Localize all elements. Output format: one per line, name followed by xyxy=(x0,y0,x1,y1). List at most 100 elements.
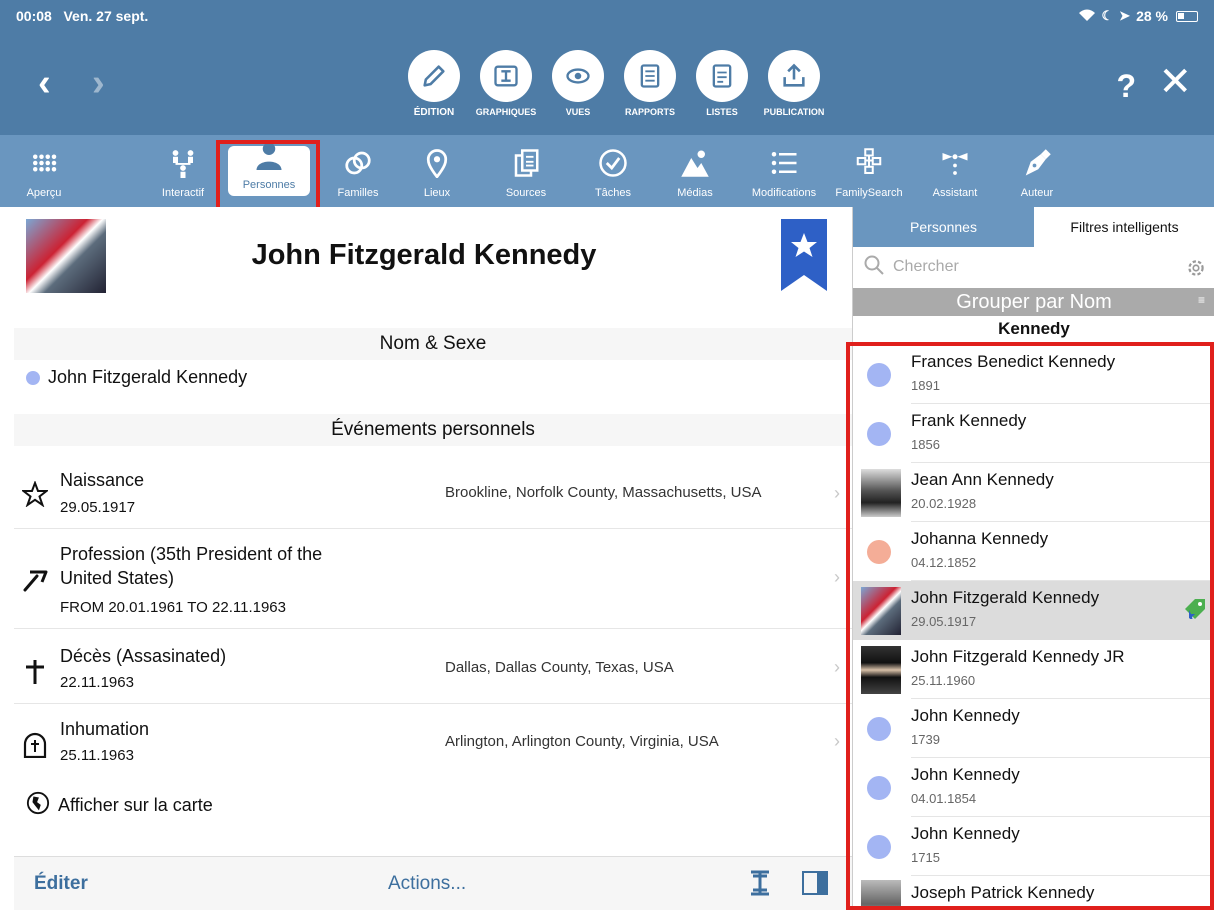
mode-edition[interactable]: ÉDITION xyxy=(404,50,464,118)
globe-icon xyxy=(26,791,50,820)
help-button[interactable]: ? xyxy=(1116,68,1136,105)
sidebar-toggle-icon[interactable] xyxy=(802,871,828,895)
list-item[interactable]: Jean Ann Kennedy 20.02.1928 xyxy=(853,463,1214,522)
chart-view-icon[interactable] xyxy=(748,870,772,896)
tool-personnes[interactable]: Personnes xyxy=(228,142,310,196)
list-item-name: John Kennedy xyxy=(911,824,1020,843)
status-left: 00:08 Ven. 27 sept. xyxy=(16,8,148,24)
list-item-name: John Kennedy xyxy=(911,706,1020,725)
tool-label: Tâches xyxy=(594,187,632,199)
list-item-name: John Fitzgerald Kennedy JR xyxy=(911,647,1125,666)
status-right: ☾ ➤ 28 % xyxy=(1078,8,1198,25)
list-item-date: 1739 xyxy=(911,732,940,747)
name-entry-row[interactable]: John Fitzgerald Kennedy xyxy=(26,367,247,388)
tab-smart-filters[interactable]: Filtres intelligents xyxy=(1034,207,1214,247)
location-icon: ➤ xyxy=(1119,8,1131,23)
mode-listes[interactable]: LISTES xyxy=(692,50,752,118)
list-item[interactable]: John Kennedy 1739 xyxy=(853,699,1214,758)
list-icon xyxy=(696,50,748,102)
tool-sources[interactable]: Sources xyxy=(496,135,556,207)
list-item-name: Joseph Patrick Kennedy xyxy=(911,883,1095,902)
tool-apercu[interactable]: Aperçu xyxy=(14,135,74,207)
person-icon xyxy=(254,140,284,179)
actions-button[interactable]: Actions... xyxy=(388,873,466,895)
event-date: 29.05.1917 xyxy=(60,499,136,516)
person-list: Frances Benedict Kennedy 1891 Frank Kenn… xyxy=(853,345,1214,910)
tool-taches[interactable]: Tâches xyxy=(586,135,640,207)
person-thumbnail xyxy=(861,646,901,694)
chevron-right-icon: › xyxy=(834,567,840,587)
male-dot-icon xyxy=(867,835,891,859)
list-item-selected[interactable]: John Fitzgerald Kennedy 29.05.1917 xyxy=(853,581,1214,640)
list-item[interactable]: Johanna Kennedy 04.12.1852 xyxy=(853,522,1214,581)
cross-icon xyxy=(22,659,48,685)
mode-publication[interactable]: PUBLICATION xyxy=(764,50,824,118)
mode-rapports[interactable]: RAPPORTS xyxy=(620,50,680,118)
show-on-map-link[interactable]: Afficher sur la carte xyxy=(26,791,213,820)
person-photo[interactable] xyxy=(26,219,106,293)
forward-button[interactable]: › xyxy=(92,64,105,102)
back-button[interactable]: ‹ xyxy=(38,64,51,102)
list-item[interactable]: John Kennedy 04.01.1854 xyxy=(853,758,1214,817)
tree-icon xyxy=(168,148,198,187)
group-by-bar[interactable]: Grouper par Nom ≡ xyxy=(853,288,1214,316)
tool-label: Médias xyxy=(677,187,713,199)
sort-icon: ≡ xyxy=(1197,293,1205,307)
event-row-death[interactable]: Décès (Assasinated) 22.11.1963 Dallas, D… xyxy=(14,629,852,704)
check-circle-icon xyxy=(598,148,628,187)
male-dot-icon xyxy=(867,776,891,800)
bookmark-star-icon[interactable] xyxy=(781,219,827,291)
upload-icon xyxy=(768,50,820,102)
image-icon xyxy=(680,148,710,187)
tool-interactif[interactable]: Interactif xyxy=(150,135,216,207)
tool-auteur[interactable]: Auteur xyxy=(1012,135,1062,207)
mode-vues[interactable]: VUES xyxy=(548,50,608,118)
list-item-date: 1715 xyxy=(911,850,940,865)
list-item-date: 29.05.1917 xyxy=(911,614,977,629)
sidebar-segmented-control: Personnes Filtres intelligents xyxy=(853,207,1214,247)
female-dot-icon xyxy=(867,540,891,564)
event-row-profession[interactable]: Profession (35th President of the United… xyxy=(14,529,852,629)
list-item[interactable]: John Fitzgerald Kennedy JR 25.11.1960 xyxy=(853,640,1214,699)
list-item-date: 04.01.1854 xyxy=(911,791,977,806)
bottom-bar: Éditer Actions... xyxy=(14,856,852,910)
battery-percent: 28 % xyxy=(1136,8,1168,24)
tab-persons[interactable]: Personnes xyxy=(853,207,1034,247)
tool-lieux[interactable]: Lieux xyxy=(414,135,460,207)
name-entry: John Fitzgerald Kennedy xyxy=(48,367,248,387)
mode-label: VUES xyxy=(565,107,591,117)
tool-assistant[interactable]: Assistant xyxy=(924,135,986,207)
battery-icon xyxy=(1176,10,1198,22)
copy-icon xyxy=(511,148,541,187)
list-item-name: John Fitzgerald Kennedy xyxy=(911,588,1100,607)
close-button[interactable]: ✕ xyxy=(1158,62,1192,102)
grid-icon xyxy=(29,148,59,187)
event-row-birth[interactable]: Naissance 29.05.1917 Brookline, Norfolk … xyxy=(14,453,852,529)
list-item-name: John Kennedy xyxy=(911,765,1020,784)
list-item[interactable]: John Kennedy 1715 xyxy=(853,817,1214,876)
search-input[interactable]: Chercher xyxy=(853,247,1214,287)
tool-modifications[interactable]: Modifications xyxy=(744,135,824,207)
event-date: 22.11.1963 xyxy=(60,674,134,691)
tool-medias[interactable]: Médias xyxy=(670,135,720,207)
list-item[interactable]: Frances Benedict Kennedy 1891 xyxy=(853,345,1214,404)
list-item[interactable]: Joseph Patrick Kennedy xyxy=(853,876,1214,910)
tool-familles[interactable]: Familles xyxy=(330,135,386,207)
search-placeholder: Chercher xyxy=(893,258,959,275)
list-item-date: 1856 xyxy=(911,437,940,452)
mode-graphiques[interactable]: GRAPHIQUES xyxy=(476,50,536,118)
event-row-burial[interactable]: Inhumation 25.11.1963 Arlington, Arlingt… xyxy=(14,704,852,778)
tool-familysearch[interactable]: FamilySearch xyxy=(828,135,910,207)
gear-icon[interactable] xyxy=(1185,257,1205,277)
list-item-date: 04.12.1852 xyxy=(911,555,977,570)
male-dot-icon xyxy=(867,422,891,446)
status-date: Ven. 27 sept. xyxy=(63,8,149,24)
tool-label: Sources xyxy=(505,187,547,199)
tool-label: Aperçu xyxy=(26,187,62,199)
list-item[interactable]: Frank Kennedy 1856 xyxy=(853,404,1214,463)
eye-icon xyxy=(552,50,604,102)
edit-button[interactable]: Éditer xyxy=(34,873,88,895)
mode-label: LISTES xyxy=(706,107,738,117)
mode-label: RAPPORTS xyxy=(624,107,675,117)
search-icon xyxy=(863,254,893,281)
